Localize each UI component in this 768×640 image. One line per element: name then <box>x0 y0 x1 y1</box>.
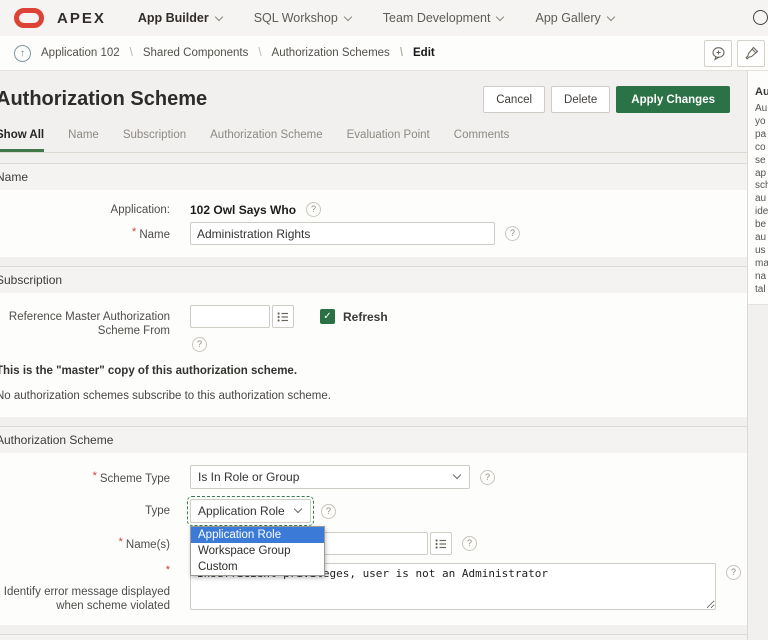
help-panel-heading: Au <box>755 86 768 98</box>
refresh-label: Refresh <box>343 309 388 324</box>
help-icon[interactable]: ? <box>462 536 477 551</box>
application-value: 102 Owl Says Who <box>190 202 297 217</box>
tab-authorization-scheme[interactable]: Authorization Scheme <box>210 129 323 152</box>
reference-master-label: Reference Master Authorization Scheme Fr… <box>8 311 170 337</box>
help-icon[interactable]: ? <box>192 337 207 352</box>
nav-label: App Builder <box>137 11 209 25</box>
oracle-logo-icon <box>14 8 44 28</box>
tab-subscription[interactable]: Subscription <box>123 129 186 152</box>
section-name-body: Application: 102 Owl Says Who ? Name ? <box>0 190 747 257</box>
apply-changes-button[interactable]: Apply Changes <box>616 86 730 113</box>
help-panel-text: Au yo pa co se ap sch au ide be au us ma… <box>755 103 768 295</box>
nav-team-development[interactable]: Team Development <box>382 11 505 25</box>
refresh-checkbox[interactable]: ✓ <box>320 309 335 324</box>
breadcrumb-shared-components[interactable]: Shared Components <box>130 47 248 59</box>
section-header-authorization-scheme: Authorization Scheme <box>0 426 747 453</box>
section-subscription-body: Reference Master Authorization Scheme Fr… <box>0 293 747 417</box>
up-arrow-icon[interactable]: ↑ <box>14 44 31 62</box>
chevron-down-icon <box>214 12 223 21</box>
delete-button[interactable]: Delete <box>551 86 611 113</box>
tab-comments[interactable]: Comments <box>454 129 510 152</box>
crumb-actions-area <box>435 36 768 70</box>
master-copy-message: This is the "master" copy of this author… <box>0 365 298 377</box>
breadcrumb-bar: ↑ Application 102 Shared Components Auth… <box>0 36 768 71</box>
help-panel: Au Au yo pa co se ap sch au ide be au us… <box>747 71 768 640</box>
help-icon[interactable]: ? <box>505 226 520 241</box>
help-icon[interactable]: ? <box>321 503 336 519</box>
feedback-button[interactable] <box>704 40 732 67</box>
error-message-label: * Identify error message displayed when … <box>0 563 176 613</box>
region-tabs: Show All Name Subscription Authorization… <box>0 119 747 153</box>
search-icon[interactable] <box>753 10 768 25</box>
breadcrumb-edit: Edit <box>400 47 435 59</box>
section-header-evaluation-point: Evaluation Point <box>0 634 747 640</box>
tab-name[interactable]: Name <box>68 129 99 152</box>
lov-picker-button[interactable] <box>272 305 294 328</box>
feedback-bubble-icon <box>711 47 725 61</box>
main-content: Authorization Scheme Cancel Delete Apply… <box>0 71 747 640</box>
section-authorization-body: Scheme Type Is In Role or Group ? Type A… <box>0 453 747 625</box>
cancel-button[interactable]: Cancel <box>483 86 546 113</box>
nav-sql-workshop[interactable]: SQL Workshop <box>253 11 353 25</box>
tab-evaluation-point[interactable]: Evaluation Point <box>347 129 430 152</box>
nav-label: App Gallery <box>535 11 601 25</box>
tab-show-all[interactable]: Show All <box>0 129 45 152</box>
type-label: Type <box>145 505 170 517</box>
chevron-down-icon <box>293 504 303 514</box>
reference-master-input[interactable] <box>190 305 270 328</box>
chevron-down-icon <box>606 12 616 21</box>
lov-picker-button[interactable] <box>430 532 452 555</box>
nav-app-gallery[interactable]: App Gallery <box>535 11 616 25</box>
help-icon[interactable]: ? <box>306 202 322 217</box>
type-dropdown-menu: Application Role Workspace Group Custom <box>190 526 325 576</box>
chevron-down-icon <box>452 470 462 480</box>
chevron-down-icon <box>343 12 353 21</box>
flashlight-icon <box>744 46 758 60</box>
no-subscribers-message: No authorization schemes subscribe to th… <box>0 390 331 402</box>
required-asterisk: * <box>165 564 170 576</box>
list-icon <box>435 538 446 549</box>
nav-label: Team Development <box>382 11 491 25</box>
name-label: Name <box>0 225 176 242</box>
help-panel-lower-area <box>748 304 768 640</box>
scheme-type-label: Scheme Type <box>0 469 176 486</box>
spotlight-button[interactable] <box>737 40 765 67</box>
section-header-name: Name <box>0 163 747 190</box>
application-label: Application: <box>110 203 170 216</box>
help-icon[interactable]: ? <box>726 565 741 580</box>
type-select[interactable]: Application Role <box>187 496 314 526</box>
nav-label: SQL Workshop <box>253 11 338 25</box>
scheme-type-select[interactable]: Is In Role or Group <box>190 465 470 489</box>
dropdown-option-application-role[interactable]: Application Role <box>191 527 324 543</box>
breadcrumb-authorization-schemes[interactable]: Authorization Schemes <box>258 47 390 59</box>
app-header: APEX App Builder SQL Workshop Team Devel… <box>0 0 768 36</box>
dropdown-option-custom[interactable]: Custom <box>191 559 324 575</box>
names-label: Name(s) <box>0 535 176 552</box>
type-value: Application Role <box>198 504 285 518</box>
apex-brand: APEX <box>57 9 106 27</box>
help-icon[interactable]: ? <box>480 469 495 485</box>
dropdown-option-workspace-group[interactable]: Workspace Group <box>191 543 324 559</box>
page-title: Authorization Scheme <box>0 88 208 110</box>
name-input[interactable] <box>190 222 495 245</box>
chevron-down-icon <box>496 12 505 21</box>
breadcrumb-application[interactable]: Application 102 <box>41 47 120 59</box>
list-icon <box>277 311 288 322</box>
nav-app-builder[interactable]: App Builder <box>137 11 223 25</box>
section-header-subscription: Subscription <box>0 266 747 293</box>
scheme-type-value: Is In Role or Group <box>198 470 300 484</box>
